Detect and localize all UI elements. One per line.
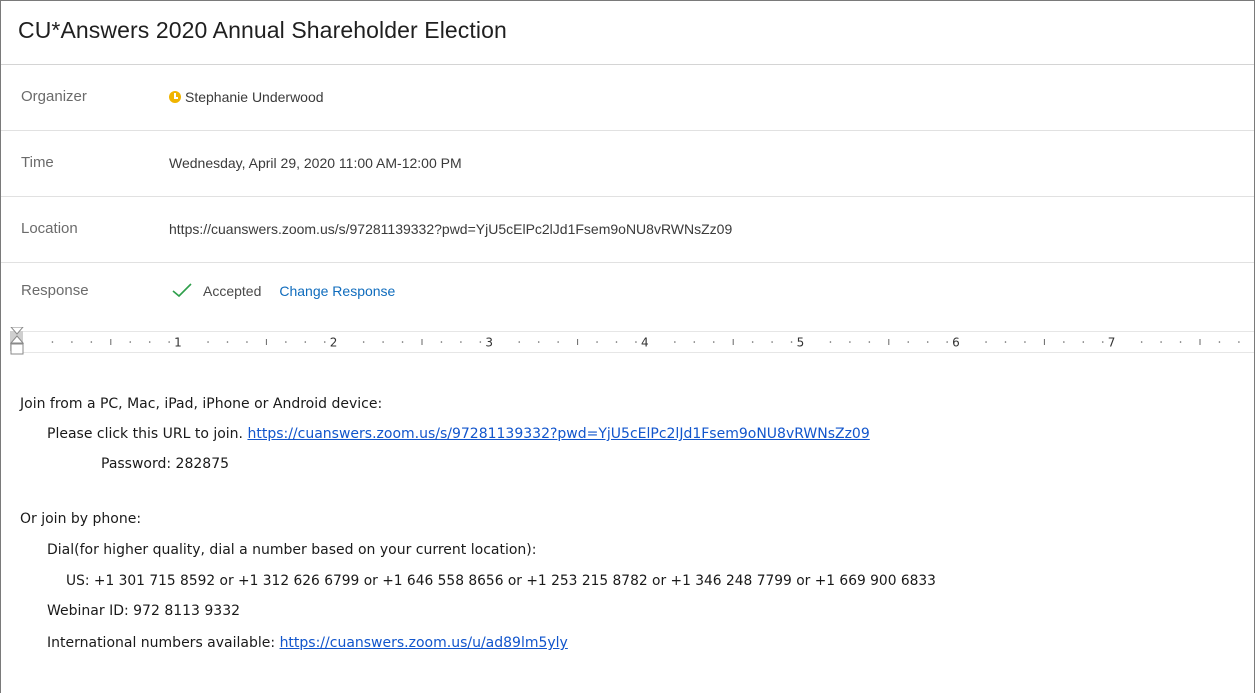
ruler-dot — [285, 341, 287, 343]
ruler-dot — [674, 341, 676, 343]
ruler-dot — [557, 341, 559, 343]
ruler-number: 6 — [952, 336, 960, 350]
intl-line: International numbers available: https:/… — [47, 635, 568, 651]
dial-text: Dial(for higher quality, dial a number b… — [47, 542, 537, 558]
password-text: Password: 282875 — [101, 456, 230, 472]
meeting-title-bar: CU*Answers 2020 Annual Shareholder Elect… — [1, 1, 1254, 65]
ruler-dot — [440, 341, 443, 343]
ruler-dot — [51, 341, 54, 343]
ruler-dot — [168, 341, 170, 343]
ruler-dot — [849, 341, 851, 343]
webinar-id: Webinar ID: 972 8113 9332 — [47, 603, 241, 619]
intl-prefix: International numbers available: — [47, 635, 276, 651]
ruler-number: 2 — [330, 336, 338, 350]
ruler-dot — [207, 341, 209, 343]
response-status: Accepted — [203, 283, 262, 299]
join-url-link[interactable]: https://cuanswers.zoom.us/s/97281139332?… — [247, 426, 869, 442]
ruler-dot — [401, 341, 404, 343]
meeting-window: CU*Answers 2020 Annual Shareholder Elect… — [0, 0, 1255, 693]
ruler-dot — [1063, 341, 1065, 343]
time-label: Time — [21, 154, 54, 171]
ruler-dot — [71, 341, 73, 343]
ruler: 12345678 — [1, 323, 1254, 363]
ruler-dot — [712, 341, 715, 343]
ruler-dot — [907, 341, 910, 343]
ruler-dot — [1101, 341, 1104, 343]
ruler-dot — [1238, 341, 1240, 343]
location-row: Location https://cuanswers.zoom.us/s/972… — [1, 197, 1254, 263]
ruler-dot — [1024, 341, 1026, 343]
ruler-dot — [615, 341, 618, 343]
indent-marker-icon[interactable] — [9, 326, 25, 368]
response-row: Response Accepted Change Response — [1, 259, 1254, 323]
location-value: https://cuanswers.zoom.us/s/97281139332?… — [169, 221, 733, 237]
ruler-dot — [829, 341, 832, 343]
ruler-dot — [635, 341, 637, 343]
ruler-ticks: 12345678 — [51, 336, 1240, 350]
ruler-number: 1 — [174, 336, 182, 350]
ruler-dot — [304, 341, 307, 343]
ruler-dot — [382, 341, 384, 343]
ruler-number: 3 — [485, 336, 493, 350]
ruler-dot — [1179, 341, 1182, 343]
ruler-dot — [362, 341, 365, 343]
ruler-dot — [537, 341, 540, 343]
organizer-name[interactable]: Stephanie Underwood — [185, 89, 324, 105]
ruler-dot — [226, 341, 229, 343]
ruler-dot — [1082, 341, 1085, 343]
ruler-dot — [1140, 341, 1143, 343]
organizer-value[interactable]: Stephanie Underwood — [169, 89, 324, 105]
ruler-dot — [985, 341, 987, 343]
meeting-title: CU*Answers 2020 Annual Shareholder Elect… — [18, 17, 507, 43]
join-url-line: Please click this URL to join. https://c… — [47, 426, 870, 442]
organizer-row: Organizer Stephanie Underwood — [1, 65, 1254, 131]
phone-heading: Or join by phone: — [20, 511, 142, 527]
us-numbers: US: +1 301 715 8592 or +1 312 626 6799 o… — [66, 573, 936, 589]
ruler-dot — [90, 341, 93, 343]
ruler-dot — [1218, 341, 1221, 343]
ruler-dot — [1004, 341, 1007, 343]
ruler-dot — [751, 341, 754, 343]
checkmark-icon — [171, 282, 193, 298]
ruler-number: 4 — [641, 336, 649, 350]
ruler-dot — [946, 341, 948, 343]
ruler-dot — [790, 341, 793, 343]
ruler-dot — [1160, 341, 1162, 343]
time-value: Wednesday, April 29, 2020 11:00 AM-12:00… — [169, 155, 462, 171]
time-row: Time Wednesday, April 29, 2020 11:00 AM-… — [1, 131, 1254, 197]
ruler-dot — [323, 341, 326, 343]
ruler-dot — [596, 341, 598, 343]
presence-away-icon — [169, 91, 181, 103]
location-label: Location — [21, 220, 78, 237]
join-heading: Join from a PC, Mac, iPad, iPhone or And… — [20, 396, 383, 412]
response-value: Accepted Change Response — [169, 282, 395, 299]
ruler-dot — [148, 341, 151, 343]
response-label: Response — [21, 282, 89, 299]
ruler-band: 12345678 — [23, 331, 1254, 353]
ruler-number: 7 — [1108, 336, 1116, 350]
ruler-dot — [479, 341, 482, 343]
ruler-dot — [868, 341, 871, 343]
ruler-dot — [771, 341, 773, 343]
change-response-link[interactable]: Change Response — [279, 283, 395, 299]
ruler-dot — [246, 341, 248, 343]
ruler-dot — [926, 341, 929, 343]
organizer-label: Organizer — [21, 88, 87, 105]
intl-numbers-link[interactable]: https://cuanswers.zoom.us/u/ad89lm5yly — [280, 635, 568, 651]
ruler-dot — [460, 341, 462, 343]
ruler-dot — [693, 341, 696, 343]
ruler-dot — [518, 341, 521, 343]
click-prefix: Please click this URL to join. — [47, 426, 244, 442]
ruler-number: 5 — [797, 336, 805, 350]
ruler-dot — [129, 341, 132, 343]
